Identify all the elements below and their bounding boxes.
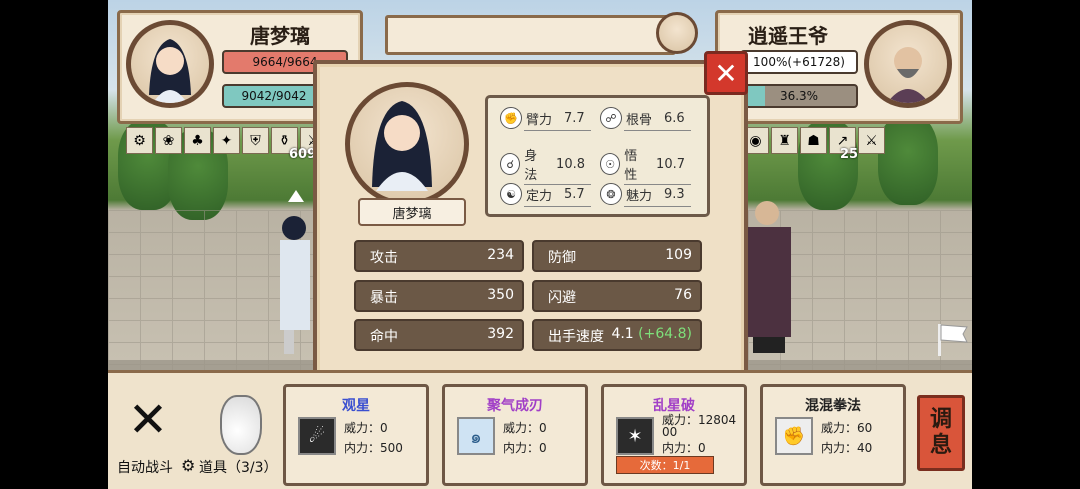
skill-mana: 内力：40 [821, 441, 873, 455]
enemy-icon-count: 25 [840, 147, 859, 162]
gear-buff-icon[interactable]: ⚙ [126, 127, 153, 154]
attr-comprehension: ☉ 悟性 10.7 [600, 145, 691, 185]
stat-value: 350 [487, 287, 514, 303]
attr-label: 臂力 [526, 112, 553, 128]
stat-accuracy: 命中 392 [354, 319, 524, 351]
attr-label: 悟性 [624, 149, 638, 183]
stat-label: 闪避 [548, 290, 576, 306]
shield-icon[interactable]: ⛨ [242, 127, 269, 154]
items-label: 道具（3/3） [199, 460, 278, 476]
skill-power-overflow: 00 [662, 425, 678, 439]
stat-value: 109 [665, 247, 692, 263]
modal-character-name: 唐梦璃 [358, 198, 466, 226]
attr-label: 魅力 [626, 188, 653, 204]
kick-icon[interactable]: ✦ [213, 127, 240, 154]
gear-icon[interactable]: ⚙ [181, 456, 195, 475]
stat-label: 命中 [370, 329, 398, 345]
stat-value: 392 [487, 326, 514, 342]
items-button[interactable] [220, 395, 262, 455]
crossed-swords-icon: ✕ [127, 392, 169, 448]
attr-charm: ❂ 魅力 9.3 [600, 183, 691, 207]
sword-icon[interactable]: ⚔ [858, 127, 885, 154]
meditate-char: 调 [929, 407, 952, 432]
fist-icon: ✊ [500, 107, 522, 129]
skill-uses-badge: 次数：1/1 [616, 456, 714, 474]
auto-battle-label: 自动战斗 [117, 460, 173, 476]
attr-label: 身法 [524, 149, 538, 183]
lotus-icon[interactable]: ❀ [155, 127, 182, 154]
stat-value: 234 [487, 247, 514, 263]
turn-bar [385, 15, 676, 55]
close-button[interactable]: ✕ [704, 51, 748, 95]
run-icon: ☌ [500, 153, 521, 175]
stat-label: 攻击 [370, 250, 398, 266]
turn-avatar [656, 12, 698, 54]
skill-mana: 内力：500 [344, 441, 403, 455]
meditate-char: 息 [929, 433, 952, 458]
attr-value: 6.6 [664, 110, 685, 126]
stat-bonus: (+64.8) [638, 326, 692, 342]
auto-battle-button[interactable]: ✕ [118, 392, 178, 448]
stat-value-group: 4.1 (+64.8) [611, 326, 692, 342]
bone-icon: ☍ [600, 107, 622, 129]
modal-avatar [345, 82, 469, 206]
skill-title: 聚气成刃 [487, 398, 543, 414]
stat-attack: 攻击 234 [354, 240, 524, 272]
calm-icon: ☯ [500, 183, 522, 205]
skill-title: 观星 [342, 398, 370, 414]
attr-value: 10.7 [656, 156, 685, 172]
player-mp-bar: 9042/9042 [222, 84, 326, 108]
skill-power: 威力：0 [503, 421, 547, 435]
skill-title: 混混拳法 [805, 398, 861, 414]
attr-value: 9.3 [664, 186, 685, 202]
stat-speed: 出手速度 4.1 (+64.8) [532, 319, 702, 351]
attr-label: 定力 [526, 188, 553, 204]
skill-card-4[interactable]: 混混拳法 ✊ 威力：60 内力：40 [760, 384, 906, 486]
stat-defense: 防御 109 [532, 240, 702, 272]
attr-strength: ✊ 臂力 7.7 [500, 107, 591, 131]
attr-agility: ☌ 身法 10.8 [500, 145, 591, 185]
stat-value: 4.1 [611, 326, 634, 342]
player-avatar[interactable] [126, 20, 214, 108]
enemy-name: 逍遥王爷 [748, 24, 828, 48]
enemy-avatar[interactable] [864, 20, 952, 108]
stat-label: 出手速度 [548, 329, 604, 345]
charm-icon: ❂ [600, 183, 622, 205]
attr-label: 根骨 [626, 112, 653, 128]
attr-composure: ☯ 定力 5.7 [500, 183, 591, 207]
qi-blade-icon: ๑ [457, 417, 495, 455]
fist-icon: ✊ [775, 417, 813, 455]
chaos-star-icon: ✶ [616, 417, 654, 455]
sprout-icon[interactable]: ♣ [184, 127, 211, 154]
stat-value: 76 [674, 287, 692, 303]
skill-mana: 内力：0 [662, 441, 706, 455]
player-name: 唐梦璃 [250, 24, 310, 48]
skill-power: 威力：0 [344, 421, 388, 435]
helmet-icon[interactable]: ♜ [771, 127, 798, 154]
meditate-button[interactable]: 调 息 [917, 395, 965, 471]
enemy-buff-icons: ◉ ♜ ☗ ↗ ⚔ [742, 127, 885, 154]
star-gazing-icon: ☄ [298, 417, 336, 455]
skill-power: 威力：60 [821, 421, 873, 435]
attr-constitution: ☍ 根骨 6.6 [600, 107, 691, 131]
skill-mana: 内力：0 [503, 441, 547, 455]
skill-card-2[interactable]: 聚气成刃 ๑ 威力：0 内力：0 [442, 384, 588, 486]
attr-value: 5.7 [564, 186, 585, 202]
beast-icon[interactable]: ☗ [800, 127, 827, 154]
surrender-flag-icon[interactable] [935, 322, 969, 356]
mind-icon: ☉ [600, 153, 621, 175]
skill-card-1[interactable]: 观星 ☄ 威力：0 内力：500 [283, 384, 429, 486]
attr-value: 7.7 [564, 110, 585, 126]
stat-evasion: 闪避 76 [532, 280, 702, 312]
enemy-mp-bar: 36.3% [740, 84, 858, 108]
stat-critical: 暴击 350 [354, 280, 524, 312]
stat-label: 防御 [548, 250, 576, 266]
attr-value: 10.8 [556, 156, 585, 172]
stat-label: 暴击 [370, 290, 398, 306]
enemy-hp-bar: 100%(+61728) [740, 50, 858, 74]
tree [878, 115, 938, 205]
